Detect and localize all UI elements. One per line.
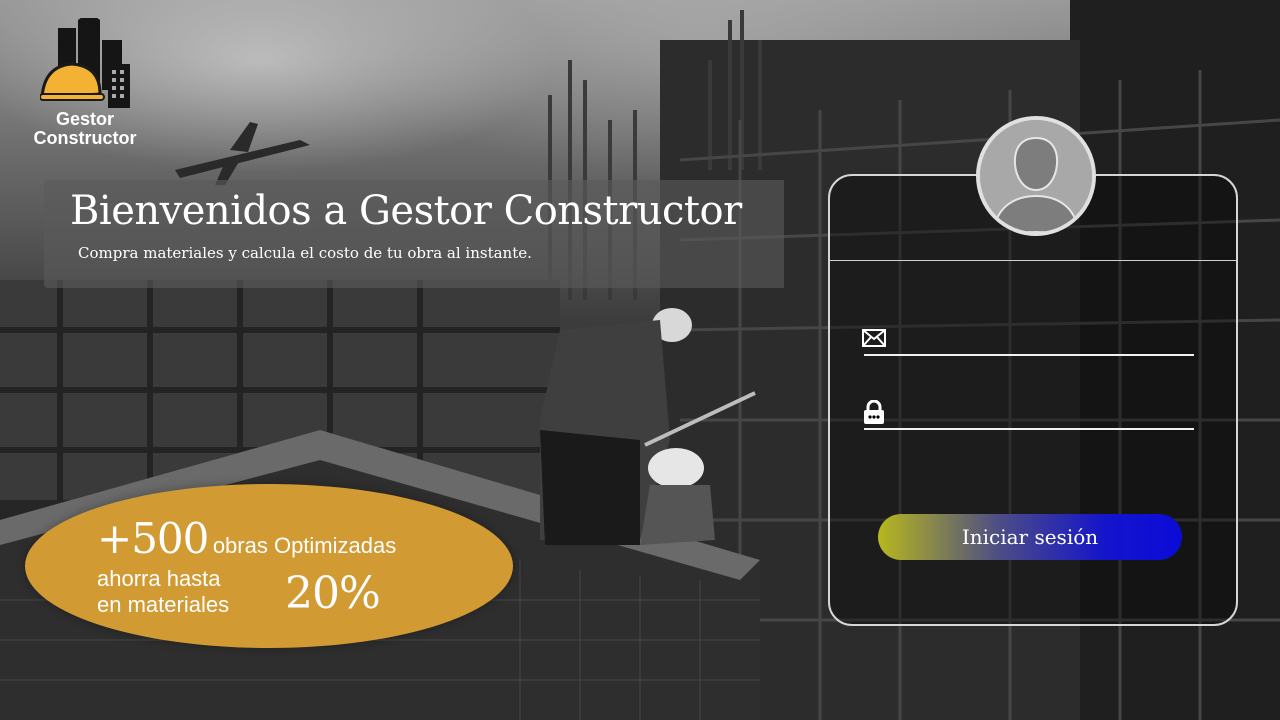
logo-text-line1: Gestor xyxy=(55,109,115,129)
email-field[interactable] xyxy=(862,326,1194,356)
app-logo[interactable]: Gestor Constructor xyxy=(20,18,150,153)
promo-save-line2: en materiales xyxy=(97,592,230,617)
promo-badge: +500 obras Optimizadas ahorra hasta en m… xyxy=(25,484,513,648)
envelope-icon xyxy=(862,329,886,347)
promo-save-line1: ahorra hasta xyxy=(97,566,221,591)
password-input[interactable] xyxy=(896,400,1190,426)
welcome-title: Bienvenidos a Gestor Constructor xyxy=(70,188,742,234)
email-underline xyxy=(864,354,1194,356)
card-divider xyxy=(830,260,1236,261)
promo-percent: 20% xyxy=(285,568,381,619)
building-hardhat-icon xyxy=(40,18,130,108)
promo-savings-text: ahorra hasta en materiales xyxy=(97,566,229,618)
login-card: Iniciar sesión xyxy=(828,116,1238,626)
login-button[interactable]: Iniciar sesión xyxy=(878,514,1182,560)
password-underline xyxy=(864,428,1194,430)
lock-icon xyxy=(864,400,884,424)
welcome-subtitle: Compra materiales y calcula el costo de … xyxy=(78,244,532,262)
welcome-banner: Bienvenidos a Gestor Constructor Compra … xyxy=(44,180,784,288)
user-avatar-icon xyxy=(976,116,1096,236)
promo-count-text: obras Optimizadas xyxy=(212,533,397,558)
promo-count: +500 xyxy=(97,514,209,563)
logo-text-line2: Constructor xyxy=(33,128,137,148)
password-field[interactable] xyxy=(862,400,1194,430)
email-input[interactable] xyxy=(896,326,1190,352)
promo-line1: +500 obras Optimizadas xyxy=(97,514,396,563)
logo-text: Gestor Constructor xyxy=(20,110,150,148)
